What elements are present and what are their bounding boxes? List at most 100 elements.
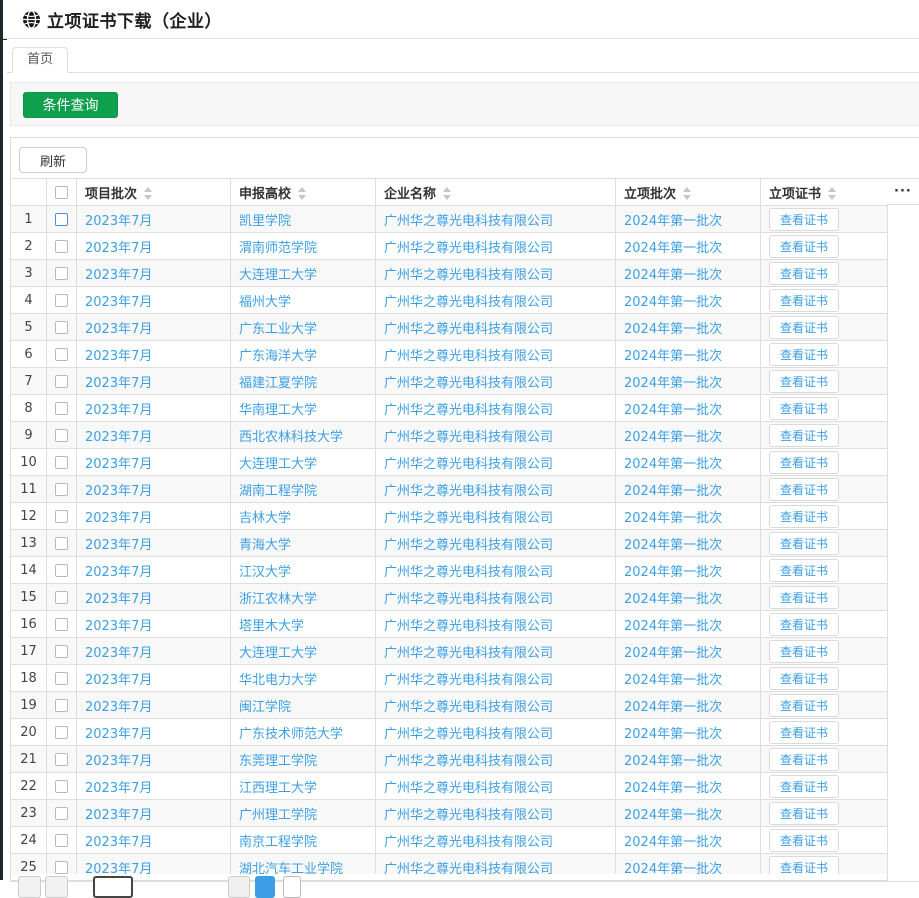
school-link[interactable]: 浙江农林大学	[239, 592, 317, 607]
approval-link[interactable]: 2024年第一批次	[624, 727, 722, 742]
view-certificate-button[interactable]: 查看证书	[769, 802, 839, 825]
view-certificate-button[interactable]: 查看证书	[769, 343, 839, 366]
batch-link[interactable]: 2023年7月	[85, 241, 152, 256]
company-link[interactable]: 广州华之尊光电科技有限公司	[384, 403, 553, 418]
column-header-batch[interactable]: 项目批次	[77, 179, 231, 206]
school-link[interactable]: 江汉大学	[239, 565, 291, 580]
approval-link[interactable]: 2024年第一批次	[624, 268, 722, 283]
column-header-cert[interactable]: 立项证书	[761, 179, 888, 206]
pagination-prev-button[interactable]	[45, 876, 68, 898]
school-link[interactable]: 凯里学院	[239, 214, 291, 229]
row-checkbox[interactable]	[55, 267, 68, 280]
row-checkbox[interactable]	[55, 240, 68, 253]
school-link[interactable]: 东莞理工学院	[239, 754, 317, 769]
school-link[interactable]: 闽江学院	[239, 700, 291, 715]
pagination-first-button[interactable]	[18, 876, 41, 898]
column-header-school[interactable]: 申报高校	[231, 179, 376, 206]
view-certificate-button[interactable]: 查看证书	[769, 316, 839, 339]
batch-link[interactable]: 2023年7月	[85, 268, 152, 283]
column-header-approval[interactable]: 立项批次	[616, 179, 761, 206]
approval-link[interactable]: 2024年第一批次	[624, 295, 722, 310]
company-link[interactable]: 广州华之尊光电科技有限公司	[384, 268, 553, 283]
approval-link[interactable]: 2024年第一批次	[624, 484, 722, 499]
row-checkbox[interactable]	[55, 753, 68, 766]
view-certificate-button[interactable]: 查看证书	[769, 478, 839, 501]
approval-link[interactable]: 2024年第一批次	[624, 619, 722, 634]
approval-link[interactable]: 2024年第一批次	[624, 592, 722, 607]
sort-icon[interactable]	[298, 187, 307, 200]
view-certificate-button[interactable]: 查看证书	[769, 559, 839, 582]
company-link[interactable]: 广州华之尊光电科技有限公司	[384, 673, 553, 688]
school-link[interactable]: 大连理工大学	[239, 646, 317, 661]
company-link[interactable]: 广州华之尊光电科技有限公司	[384, 835, 553, 850]
row-checkbox[interactable]	[55, 294, 68, 307]
view-certificate-button[interactable]: 查看证书	[769, 208, 839, 231]
company-link[interactable]: 广州华之尊光电科技有限公司	[384, 700, 553, 715]
approval-link[interactable]: 2024年第一批次	[624, 241, 722, 256]
batch-link[interactable]: 2023年7月	[85, 700, 152, 715]
school-link[interactable]: 华南理工大学	[239, 403, 317, 418]
approval-link[interactable]: 2024年第一批次	[624, 511, 722, 526]
view-certificate-button[interactable]: 查看证书	[769, 289, 839, 312]
approval-link[interactable]: 2024年第一批次	[624, 781, 722, 796]
view-certificate-button[interactable]: 查看证书	[769, 505, 839, 528]
company-link[interactable]: 广州华之尊光电科技有限公司	[384, 214, 553, 229]
company-link[interactable]: 广州华之尊光电科技有限公司	[384, 295, 553, 310]
school-link[interactable]: 福建江夏学院	[239, 376, 317, 391]
approval-link[interactable]: 2024年第一批次	[624, 349, 722, 364]
row-checkbox[interactable]	[55, 672, 68, 685]
select-all-checkbox[interactable]	[55, 186, 68, 199]
page-size-select[interactable]	[93, 876, 133, 898]
school-link[interactable]: 大连理工大学	[239, 268, 317, 283]
approval-link[interactable]: 2024年第一批次	[624, 322, 722, 337]
sort-icon[interactable]	[144, 187, 153, 200]
row-checkbox[interactable]	[55, 402, 68, 415]
school-link[interactable]: 西北农林科技大学	[239, 430, 343, 445]
row-checkbox[interactable]	[55, 780, 68, 793]
school-link[interactable]: 广东技术师范大学	[239, 727, 343, 742]
company-link[interactable]: 广州华之尊光电科技有限公司	[384, 781, 553, 796]
batch-link[interactable]: 2023年7月	[85, 727, 152, 742]
view-certificate-button[interactable]: 查看证书	[769, 532, 839, 555]
batch-link[interactable]: 2023年7月	[85, 592, 152, 607]
view-certificate-button[interactable]: 查看证书	[769, 667, 839, 690]
batch-link[interactable]: 2023年7月	[85, 457, 152, 472]
row-checkbox[interactable]	[55, 591, 68, 604]
row-checkbox[interactable]	[55, 618, 68, 631]
row-checkbox[interactable]	[55, 861, 68, 874]
condition-query-button[interactable]: 条件查询	[23, 92, 118, 118]
company-link[interactable]: 广州华之尊光电科技有限公司	[384, 538, 553, 553]
sort-icon[interactable]	[828, 187, 837, 200]
row-checkbox[interactable]	[55, 699, 68, 712]
view-certificate-button[interactable]: 查看证书	[769, 694, 839, 717]
company-link[interactable]: 广州华之尊光电科技有限公司	[384, 322, 553, 337]
batch-link[interactable]: 2023年7月	[85, 619, 152, 634]
approval-link[interactable]: 2024年第一批次	[624, 430, 722, 445]
row-checkbox[interactable]	[55, 537, 68, 550]
company-link[interactable]: 广州华之尊光电科技有限公司	[384, 646, 553, 661]
company-link[interactable]: 广州华之尊光电科技有限公司	[384, 349, 553, 364]
school-link[interactable]: 大连理工大学	[239, 457, 317, 472]
refresh-button[interactable]: 刷新	[19, 147, 87, 173]
company-link[interactable]: 广州华之尊光电科技有限公司	[384, 484, 553, 499]
batch-link[interactable]: 2023年7月	[85, 781, 152, 796]
pagination-page-button[interactable]	[228, 876, 250, 898]
column-header-company[interactable]: 企业名称	[376, 179, 616, 206]
view-certificate-button[interactable]: 查看证书	[769, 370, 839, 393]
school-link[interactable]: 广州理工学院	[239, 808, 317, 823]
row-checkbox[interactable]	[55, 807, 68, 820]
school-link[interactable]: 广东工业大学	[239, 322, 317, 337]
sort-icon[interactable]	[443, 187, 452, 200]
company-link[interactable]: 广州华之尊光电科技有限公司	[384, 619, 553, 634]
batch-link[interactable]: 2023年7月	[85, 295, 152, 310]
batch-link[interactable]: 2023年7月	[85, 403, 152, 418]
approval-link[interactable]: 2024年第一批次	[624, 214, 722, 229]
school-link[interactable]: 江西理工大学	[239, 781, 317, 796]
company-link[interactable]: 广州华之尊光电科技有限公司	[384, 457, 553, 472]
approval-link[interactable]: 2024年第一批次	[624, 376, 722, 391]
view-certificate-button[interactable]: 查看证书	[769, 586, 839, 609]
row-checkbox[interactable]	[55, 645, 68, 658]
more-columns-button[interactable]: ···	[887, 178, 919, 205]
approval-link[interactable]: 2024年第一批次	[624, 835, 722, 850]
row-checkbox[interactable]	[55, 375, 68, 388]
